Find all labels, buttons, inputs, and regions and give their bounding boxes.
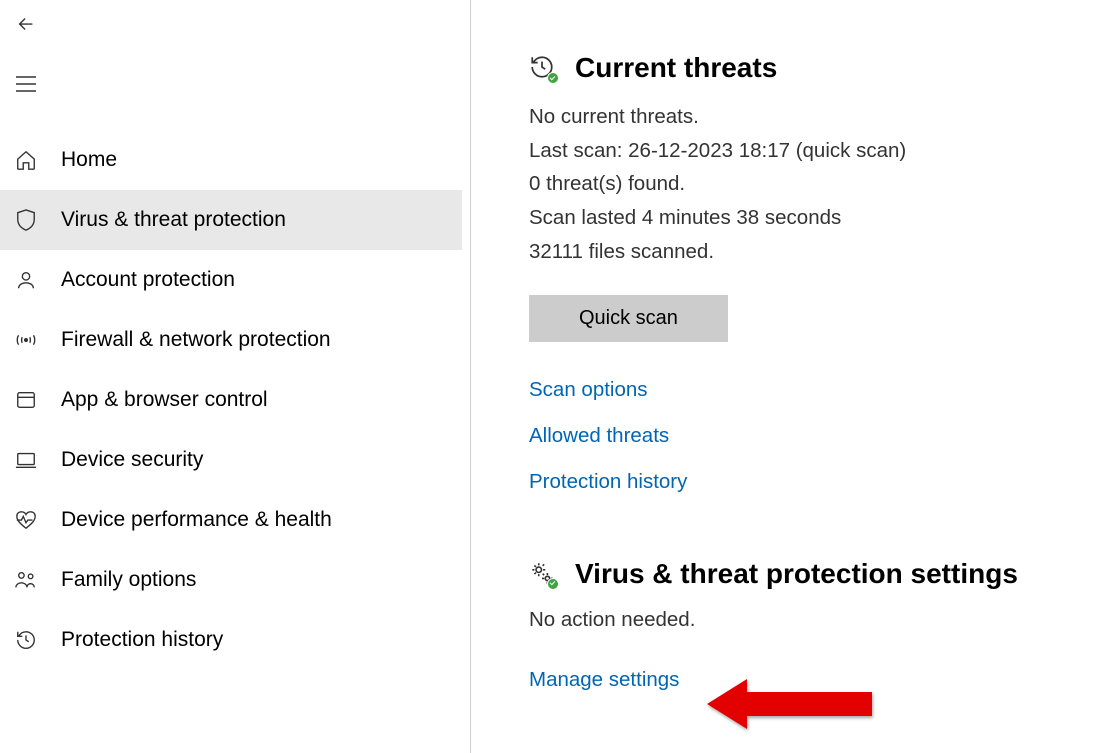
sidebar-item-family-options[interactable]: Family options [0, 550, 462, 610]
protection-history-link[interactable]: Protection history [529, 470, 1109, 494]
manage-settings-link[interactable]: Manage settings [529, 668, 1109, 692]
shield-icon [13, 207, 39, 233]
current-threats-title: Current threats [575, 52, 777, 84]
check-badge-icon [547, 578, 559, 590]
settings-section: Virus & threat protection settings No ac… [529, 558, 1109, 692]
sidebar-item-virus-threat-protection[interactable]: Virus & threat protection [0, 190, 462, 250]
status-last-scan: Last scan: 26-12-2023 18:17 (quick scan) [529, 136, 1109, 166]
history-shield-icon [529, 54, 557, 82]
laptop-icon [13, 447, 39, 473]
heart-performance-icon [13, 507, 39, 533]
main-content: Current threats No current threats. Last… [471, 0, 1109, 753]
settings-header: Virus & threat protection settings [529, 558, 1109, 590]
current-threats-header: Current threats [529, 52, 1109, 84]
nav-label: Device security [61, 448, 203, 472]
app-browser-icon [13, 387, 39, 413]
family-icon [13, 567, 39, 593]
nav-label: Home [61, 148, 117, 172]
menu-button[interactable] [14, 72, 38, 96]
nav-list: Home Virus & threat protection Account p… [0, 130, 462, 670]
allowed-threats-link[interactable]: Allowed threats [529, 424, 1109, 448]
scan-options-link[interactable]: Scan options [529, 378, 1109, 402]
nav-label: Family options [61, 568, 196, 592]
nav-label: Firewall & network protection [61, 328, 331, 352]
sidebar-item-firewall[interactable]: Firewall & network protection [0, 310, 462, 370]
nav-label: Device performance & health [61, 508, 332, 532]
antenna-icon [13, 327, 39, 353]
status-scan-duration: Scan lasted 4 minutes 38 seconds [529, 203, 1109, 233]
check-badge-icon [547, 72, 559, 84]
nav-label: Account protection [61, 268, 235, 292]
quick-scan-button[interactable]: Quick scan [529, 295, 728, 342]
account-icon [13, 267, 39, 293]
back-button[interactable] [14, 12, 38, 36]
sidebar-item-protection-history[interactable]: Protection history [0, 610, 462, 670]
status-files-scanned: 32111 files scanned. [529, 237, 1109, 267]
sidebar-item-account-protection[interactable]: Account protection [0, 250, 462, 310]
nav-label: Virus & threat protection [61, 208, 286, 232]
back-arrow-icon [15, 13, 37, 35]
status-threats-found: 0 threat(s) found. [529, 169, 1109, 199]
sidebar: Home Virus & threat protection Account p… [0, 0, 471, 753]
settings-title: Virus & threat protection settings [575, 558, 1018, 590]
nav-label: App & browser control [61, 388, 268, 412]
history-icon [13, 627, 39, 653]
nav-label: Protection history [61, 628, 223, 652]
home-icon [13, 147, 39, 173]
sidebar-item-app-browser[interactable]: App & browser control [0, 370, 462, 430]
sidebar-item-home[interactable]: Home [0, 130, 462, 190]
status-no-threats: No current threats. [529, 102, 1109, 132]
sidebar-item-device-security[interactable]: Device security [0, 430, 462, 490]
settings-gear-icon [529, 560, 557, 588]
settings-status-text: No action needed. [529, 608, 1109, 632]
threat-status-block: No current threats. Last scan: 26-12-202… [529, 102, 1109, 267]
sidebar-item-device-performance[interactable]: Device performance & health [0, 490, 462, 550]
hamburger-icon [15, 75, 37, 93]
